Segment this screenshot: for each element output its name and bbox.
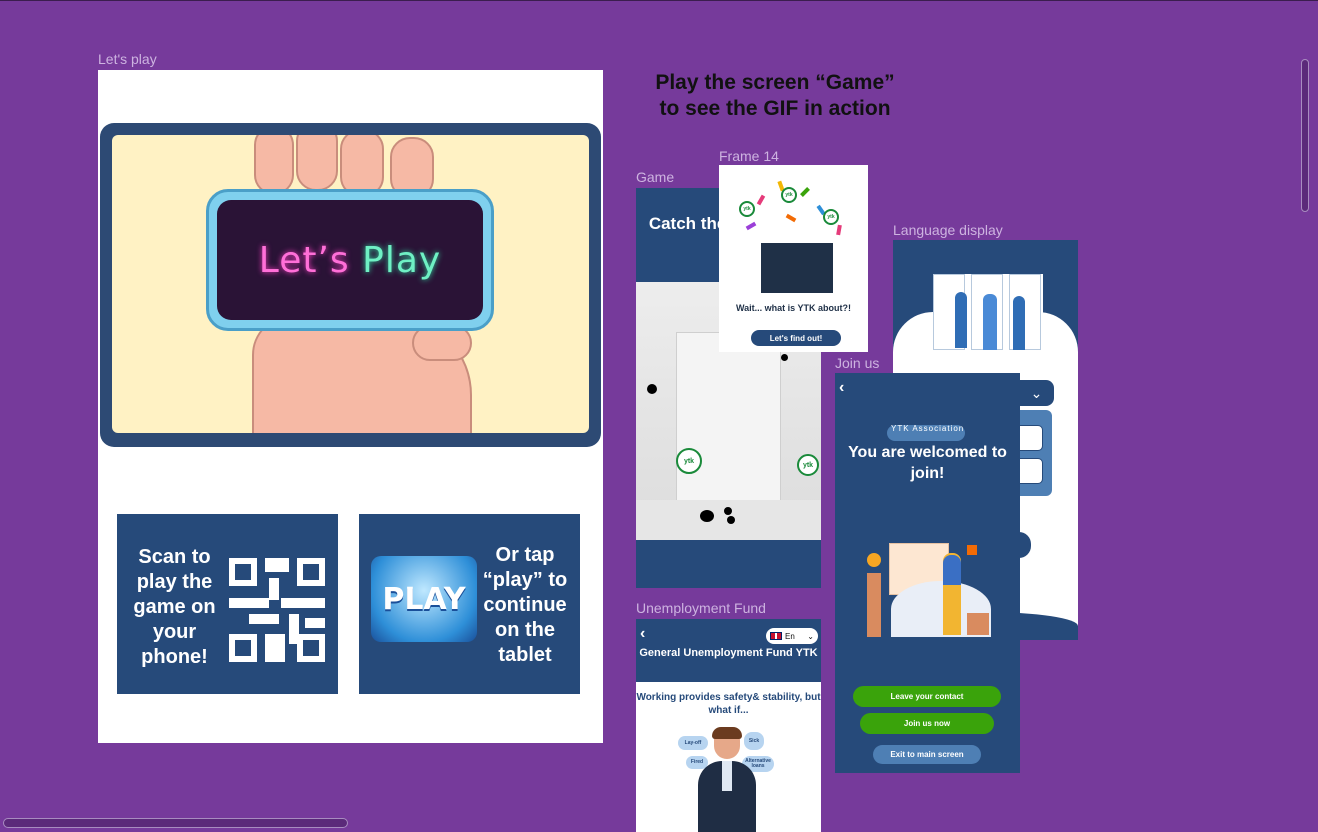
confetti [836, 224, 842, 236]
frame14-question: Wait... what is YTK about?! [735, 303, 851, 313]
frame-label-lets-play[interactable]: Let's play [98, 51, 157, 67]
finger-shape [340, 135, 384, 197]
play-button[interactable]: PLAY [371, 556, 477, 642]
hero-card: Let’s Play [100, 123, 601, 447]
back-arrow-icon[interactable]: ‹ [640, 625, 645, 643]
person-figure [983, 294, 997, 350]
frame-join-us[interactable]: ‹ YTK Association You are welcomed to jo… [835, 373, 1020, 773]
analyst-illustration [861, 541, 996, 641]
neon-title: Let’s Play [259, 240, 441, 281]
unemployment-subtitle: Working provides safety& stability, but … [636, 692, 821, 716]
confetti [785, 213, 797, 223]
join-title: You are welcomed to join! [848, 444, 1007, 482]
frame-lets-play[interactable]: Let’s Play Scan to play the game on your… [98, 70, 603, 743]
frame-label-game[interactable]: Game [636, 169, 674, 185]
phone-screen: Let’s Play [217, 200, 483, 320]
chevron-down-icon: ⌄ [807, 631, 814, 641]
finger-shape [254, 135, 294, 195]
horizontal-scrollbar[interactable] [3, 818, 348, 828]
vertical-scrollbar[interactable] [1301, 59, 1309, 212]
language-code: En [785, 631, 795, 641]
canvas-heading-note: Play the screen “Game” to see the GIF in… [655, 71, 895, 120]
ytk-logo-icon: ytk [823, 209, 839, 225]
frame-label-unemployment-fund[interactable]: Unemployment Fund [636, 600, 766, 616]
association-badge: YTK Association [887, 425, 965, 441]
play-button-label: PLAY [382, 581, 466, 617]
gift-box-icon [761, 243, 833, 293]
ball[interactable] [724, 507, 732, 515]
team-illustration [933, 274, 1043, 350]
scan-tile-text: Scan to play the game on your phone! [133, 546, 216, 668]
find-out-button[interactable]: Let's find out! [751, 330, 841, 346]
confetti [800, 187, 810, 197]
room-back-wall [676, 332, 781, 507]
leave-contact-button[interactable]: Leave your contact [853, 686, 1001, 707]
ball[interactable] [700, 510, 714, 522]
ytk-ball-icon[interactable]: ytk [676, 448, 702, 474]
frame-label-frame14[interactable]: Frame 14 [719, 148, 779, 164]
neon-word-lets: Let’s [258, 239, 350, 281]
frame-14[interactable]: ytk ytk ytk Wait... what is YTK about?! … [719, 165, 868, 352]
exit-main-screen-button[interactable]: Exit to main screen [873, 745, 981, 764]
person-figure [955, 292, 967, 348]
phone-icon: Let’s Play [206, 189, 494, 331]
chevron-down-icon: ⌄ [1030, 384, 1043, 401]
neon-word-play: Play [362, 239, 442, 281]
language-selector[interactable]: En ⌄ [766, 628, 818, 644]
join-now-button[interactable]: Join us now [860, 713, 994, 734]
frame-label-language-display[interactable]: Language display [893, 222, 1003, 238]
confetti [756, 194, 766, 206]
ball[interactable] [781, 354, 788, 361]
finger-shape [296, 135, 338, 191]
qr-code-icon [229, 558, 325, 662]
ytk-ball-icon[interactable]: ytk [797, 454, 819, 476]
confetti [745, 221, 757, 231]
language-option[interactable] [1019, 458, 1043, 484]
unemployment-title: General Unemployment Fund YTK [639, 647, 818, 659]
scan-tile[interactable]: Scan to play the game on your phone! [117, 514, 338, 694]
back-arrow-icon[interactable]: ‹ [839, 379, 844, 397]
ytk-logo-icon: ytk [739, 201, 755, 217]
language-option[interactable] [1019, 425, 1043, 451]
window-top-border [0, 0, 1318, 1]
uk-flag-icon [770, 632, 782, 640]
ytk-logo-icon: ytk [781, 187, 797, 203]
frame-unemployment-fund[interactable]: ‹ En ⌄ General Unemployment Fund YTK Wor… [636, 619, 821, 832]
tap-tile[interactable]: PLAY Or tap “play” to continue on the ta… [359, 514, 580, 694]
language-dropdown[interactable]: ⌄ [1019, 380, 1054, 406]
thinking-man-illustration [696, 727, 758, 832]
hero-illustration: Let’s Play [112, 135, 589, 433]
ball[interactable] [647, 384, 657, 394]
person-figure [1013, 296, 1025, 350]
tap-tile-text: Or tap “play” to continue on the tablet [482, 544, 568, 666]
ball[interactable] [727, 516, 735, 524]
frame-label-join-us[interactable]: Join us [835, 355, 879, 371]
